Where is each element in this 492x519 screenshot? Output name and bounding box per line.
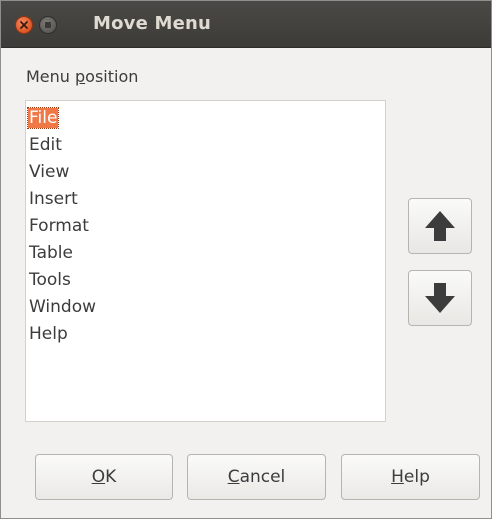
list-item-format[interactable]: Format xyxy=(28,213,385,240)
list-item-file[interactable]: File xyxy=(26,105,385,132)
move-up-button[interactable] xyxy=(408,198,472,254)
label-mnemonic: p xyxy=(75,67,86,86)
list-item-label: Edit xyxy=(29,135,62,155)
list-item-label: Help xyxy=(29,324,68,344)
list-item-tools[interactable]: Tools xyxy=(28,267,385,294)
label-suffix: osition xyxy=(85,67,139,86)
list-item-window[interactable]: Window xyxy=(28,294,385,321)
list-item-label: Tools xyxy=(29,270,71,290)
list-item-label: Format xyxy=(29,216,89,236)
cancel-button[interactable]: Cancel xyxy=(187,454,326,500)
list-item-view[interactable]: View xyxy=(28,159,385,186)
list-item-label: Window xyxy=(29,297,97,317)
cancel-label-rest: ancel xyxy=(239,467,286,487)
arrow-up-icon xyxy=(425,211,455,241)
minimize-button[interactable] xyxy=(39,16,57,34)
list-item-edit[interactable]: Edit xyxy=(28,132,385,159)
help-mnemonic: H xyxy=(391,467,404,487)
arrow-down-icon xyxy=(425,283,455,313)
move-menu-dialog: Move Menu Menu position File Edit View I… xyxy=(0,0,492,519)
list-item-insert[interactable]: Insert xyxy=(28,186,385,213)
list-item-help[interactable]: Help xyxy=(28,321,385,348)
list-item-label: File xyxy=(26,107,60,129)
list-item-label: Insert xyxy=(29,189,78,209)
minimize-icon xyxy=(45,22,51,28)
cancel-mnemonic: C xyxy=(227,467,240,487)
close-button[interactable] xyxy=(15,16,33,34)
close-icon xyxy=(20,21,28,29)
title-bar[interactable]: Move Menu xyxy=(1,1,491,48)
list-item-label: Table xyxy=(29,243,73,263)
ok-mnemonic: O xyxy=(91,467,106,487)
list-item-table[interactable]: Table xyxy=(28,240,385,267)
help-label-rest: elp xyxy=(403,467,430,487)
menu-position-list[interactable]: File Edit View Insert Format Table Tools… xyxy=(25,100,386,422)
move-down-button[interactable] xyxy=(408,270,472,326)
ok-label-rest: K xyxy=(105,467,117,487)
ok-button[interactable]: OK xyxy=(35,454,173,500)
label-prefix: Menu xyxy=(26,67,76,86)
help-button[interactable]: Help xyxy=(341,454,480,500)
window-title: Move Menu xyxy=(93,13,212,34)
dialog-content: Menu position File Edit View Insert Form… xyxy=(1,48,491,518)
list-item-label: View xyxy=(29,162,70,182)
menu-position-label: Menu position xyxy=(26,67,138,86)
